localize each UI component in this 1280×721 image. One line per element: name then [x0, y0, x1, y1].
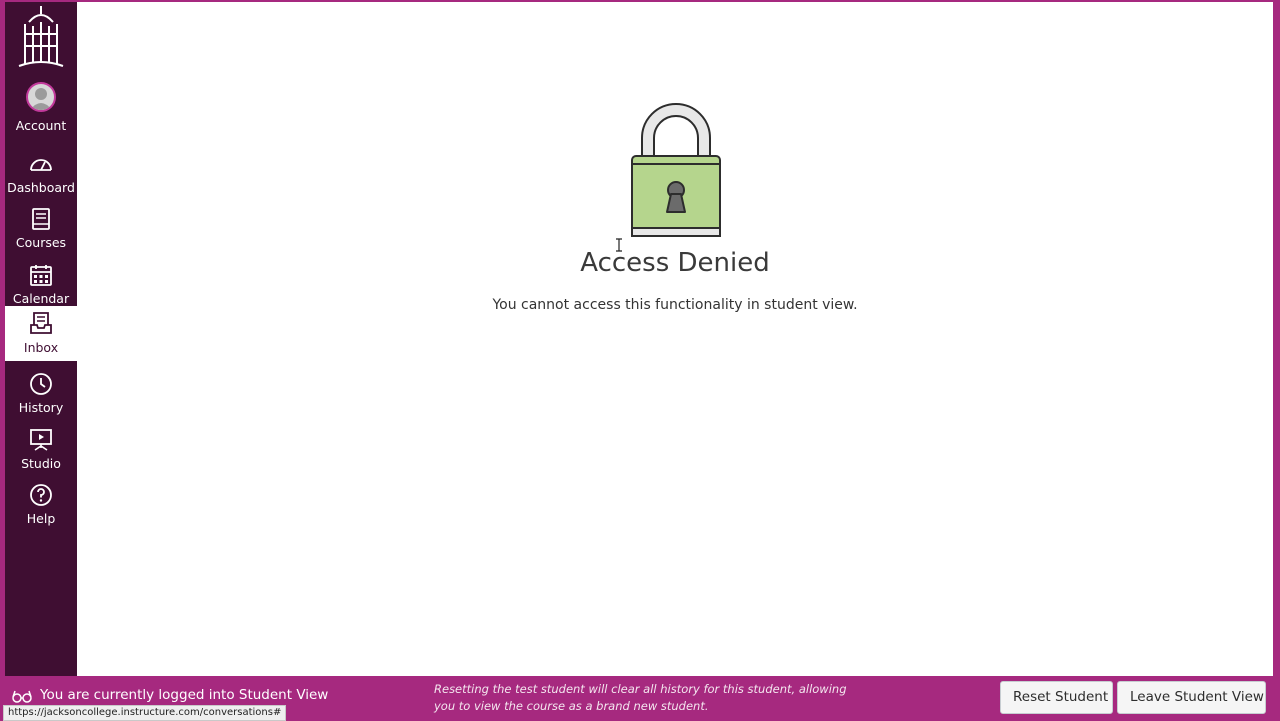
nav-help[interactable]: Help [5, 477, 77, 532]
nav-courses[interactable]: Courses [5, 201, 77, 256]
inbox-icon [30, 312, 52, 334]
calendar-icon [30, 265, 52, 286]
reset-note: Resetting the test student will clear al… [434, 682, 847, 713]
reset-student-button[interactable]: Reset Student [1000, 681, 1113, 714]
nav-label-dashboard: Dashboard [7, 180, 75, 195]
page-frame: Account Dashboard Courses Calendar Inbox… [5, 2, 1273, 676]
nav-label-inbox: Inbox [23, 340, 59, 355]
college-logo[interactable] [15, 4, 67, 72]
nav-label-courses: Courses [15, 235, 67, 250]
page-title: Access Denied [580, 248, 770, 278]
avatar [26, 82, 56, 112]
nav-label-help: Help [26, 511, 56, 526]
denied-message: You cannot access this functionality in … [492, 297, 858, 313]
clock-icon [30, 373, 52, 395]
help-icon [30, 484, 52, 506]
padlock-icon [631, 103, 721, 237]
nav-studio[interactable]: Studio [5, 422, 77, 477]
status-bar-url: https://jacksoncollege.instructure.com/c… [3, 705, 287, 721]
main-content: Access Denied You cannot access this fun… [77, 2, 1273, 676]
studio-icon [30, 429, 52, 451]
nav-dashboard[interactable]: Dashboard [5, 146, 77, 201]
nav-label-calendar: Calendar [12, 291, 70, 306]
nav-calendar[interactable]: Calendar [5, 257, 77, 312]
book-icon [32, 208, 50, 230]
nav-label-account: Account [15, 118, 67, 133]
nav-history[interactable]: History [5, 366, 77, 421]
student-view-icon [12, 690, 32, 703]
nav-inbox[interactable]: Inbox [5, 306, 77, 361]
dashboard-icon [30, 159, 52, 171]
nav-label-studio: Studio [21, 456, 61, 471]
nav-account[interactable]: Account [5, 82, 77, 139]
student-view-status: You are currently logged into Student Vi… [40, 687, 329, 703]
global-nav: Account Dashboard Courses Calendar Inbox… [5, 2, 77, 676]
nav-label-history: History [18, 400, 64, 415]
leave-student-view-button[interactable]: Leave Student View [1117, 681, 1266, 714]
